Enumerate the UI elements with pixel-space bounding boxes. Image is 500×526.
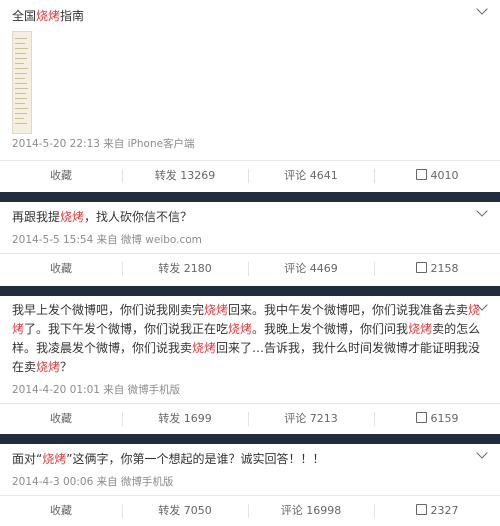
- thumbs-up-icon: [415, 262, 427, 273]
- keyword-highlight[interactable]: 烧烤: [36, 360, 60, 374]
- repost-button[interactable]: 转发 2180: [122, 254, 248, 284]
- keyword-highlight[interactable]: 烧烤: [60, 210, 84, 224]
- keyword-highlight[interactable]: 烧烤: [42, 452, 66, 466]
- repost-count: 1699: [183, 412, 212, 425]
- comment-button[interactable]: 评论 4469: [248, 254, 374, 284]
- post-text: 再跟我提烧烤，找人砍你信不信？: [12, 208, 486, 227]
- keyword-highlight[interactable]: 烧烤: [204, 303, 228, 317]
- collect-label: 收藏: [50, 412, 72, 425]
- post-divider: [0, 434, 500, 444]
- comment-count: 4469: [309, 262, 338, 275]
- text-segment: ？: [60, 360, 73, 374]
- like-count: 6159: [430, 412, 459, 425]
- post-text: 面对“烧烤”这俩字，你第一个想起的是谁？诚实回答！！！: [12, 450, 486, 469]
- like-button[interactable]: 2158: [374, 254, 500, 284]
- like-count: 4010: [430, 169, 459, 182]
- repost-button[interactable]: 转发 7050: [122, 496, 248, 526]
- post-meta: 2014-4-3 00:06 来自 微博手机版: [12, 476, 174, 488]
- text-segment: 。我晚上发个微博，你们问我: [252, 322, 409, 336]
- text-segment: 指南: [60, 9, 85, 23]
- text-segment: 了。我下午发个微博，你们说我正在吃: [24, 322, 229, 336]
- comment-count: 4641: [309, 169, 338, 182]
- text-segment: 回来。我中午发个微博吧，你们说我准备去卖: [228, 303, 469, 317]
- text-segment: 面对“: [12, 452, 43, 466]
- weibo-post: 再跟我提烧烤，找人砍你信不信？ 2014-5-5 15:54 来自 微博 wei…: [0, 202, 500, 292]
- comment-label: 评论: [284, 262, 307, 275]
- comment-label: 评论: [284, 412, 307, 425]
- post-divider: [0, 192, 500, 202]
- comment-label: 评论: [284, 169, 307, 182]
- weibo-post: 全国烧烤指南 2014-5-20 22:13 来自 iPhone客户端 收藏 转…: [0, 0, 500, 192]
- text-segment: 样。我凌晨发个微博，你们说我卖: [12, 341, 193, 355]
- keyword-highlight[interactable]: 烤: [12, 322, 24, 336]
- text-segment: ，找人砍你信不信？: [84, 210, 193, 224]
- text-segment: 卖的怎么: [432, 322, 481, 336]
- post-image-thumbnail[interactable]: [12, 31, 32, 134]
- text-segment: 在卖: [12, 360, 37, 374]
- like-button[interactable]: 2327: [374, 496, 500, 526]
- comment-count: 7213: [309, 412, 338, 425]
- repost-label: 转发: [158, 412, 181, 425]
- text-line: 在卖烧烤？: [12, 358, 486, 377]
- keyword-highlight[interactable]: 烧: [468, 303, 480, 317]
- text-segment: 我早上发个微博吧，你们说我刚卖完: [12, 303, 205, 317]
- action-bar: 收藏 转发 13269 评论 4641 4010: [0, 160, 500, 191]
- repost-count: 2180: [183, 262, 212, 275]
- weibo-post: 面对“烧烤”这俩字，你第一个想起的是谁？诚实回答！！！ 2014-4-3 00:…: [0, 444, 500, 525]
- post-text: 我早上发个微博吧，你们说我刚卖完烧烤回来。我中午发个微博吧，你们说我准备去卖烧 …: [12, 301, 486, 377]
- repost-count: 13269: [180, 169, 216, 182]
- keyword-highlight[interactable]: 烧烤: [408, 322, 432, 336]
- collect-label: 收藏: [50, 262, 72, 275]
- collect-label: 收藏: [50, 169, 72, 182]
- like-button[interactable]: 6159: [374, 404, 500, 434]
- weibo-post: 我早上发个微博吧，你们说我刚卖完烧烤回来。我中午发个微博吧，你们说我准备去卖烧 …: [0, 296, 500, 430]
- repost-count: 7050: [183, 504, 212, 517]
- keyword-highlight[interactable]: 烧烤: [192, 341, 216, 355]
- repost-button[interactable]: 转发 13269: [122, 161, 248, 191]
- keyword-highlight[interactable]: 烧烤: [36, 9, 60, 23]
- like-button[interactable]: 4010: [374, 161, 500, 191]
- post-meta: 2014-5-20 22:13 来自 iPhone客户端: [12, 138, 195, 150]
- text-segment: 回来了…告诉我，我什么时间发微博才能证明我没: [216, 341, 481, 355]
- thumbs-up-icon: [415, 412, 427, 423]
- repost-button[interactable]: 转发 1699: [122, 404, 248, 434]
- text-line: 烤了。我下午发个微博，你们说我正在吃烧烤。我晚上发个微博，你们问我烧烤卖的怎么: [12, 320, 486, 339]
- thumbs-up-icon: [415, 169, 427, 180]
- post-divider: [0, 286, 500, 296]
- comment-count: 16998: [306, 504, 342, 517]
- repost-label: 转发: [158, 262, 181, 275]
- collect-button[interactable]: 收藏: [0, 404, 122, 434]
- post-text: 全国烧烤指南: [12, 7, 486, 26]
- like-count: 2327: [430, 504, 459, 517]
- action-bar: 收藏 转发 7050 评论 16998 2327: [0, 495, 500, 526]
- thumbs-up-icon: [415, 504, 427, 515]
- collect-button[interactable]: 收藏: [0, 496, 122, 526]
- text-segment: 再跟我提: [12, 210, 61, 224]
- repost-label: 转发: [154, 169, 177, 182]
- comment-button[interactable]: 评论 16998: [248, 496, 374, 526]
- post-meta: 2014-4-20 01:01 来自 微博手机版: [12, 384, 181, 396]
- like-count: 2158: [430, 262, 459, 275]
- text-segment: 全国: [12, 9, 37, 23]
- comment-label: 评论: [280, 504, 303, 517]
- action-bar: 收藏 转发 1699 评论 7213 6159: [0, 403, 500, 434]
- text-line: 我早上发个微博吧，你们说我刚卖完烧烤回来。我中午发个微博吧，你们说我准备去卖烧: [12, 301, 486, 320]
- action-bar: 收藏 转发 2180 评论 4469 2158: [0, 253, 500, 284]
- post-meta: 2014-5-5 15:54 来自 微博 weibo.com: [12, 234, 202, 246]
- collect-button[interactable]: 收藏: [0, 161, 122, 191]
- keyword-highlight[interactable]: 烧烤: [228, 322, 252, 336]
- comment-button[interactable]: 评论 7213: [248, 404, 374, 434]
- text-line: 样。我凌晨发个微博，你们说我卖烧烤回来了…告诉我，我什么时间发微博才能证明我没: [12, 339, 486, 358]
- collect-button[interactable]: 收藏: [0, 254, 122, 284]
- repost-label: 转发: [158, 504, 181, 517]
- comment-button[interactable]: 评论 4641: [248, 161, 374, 191]
- collect-label: 收藏: [50, 504, 72, 517]
- text-segment: ”这俩字，你第一个想起的是谁？诚实回答！！！: [66, 452, 325, 466]
